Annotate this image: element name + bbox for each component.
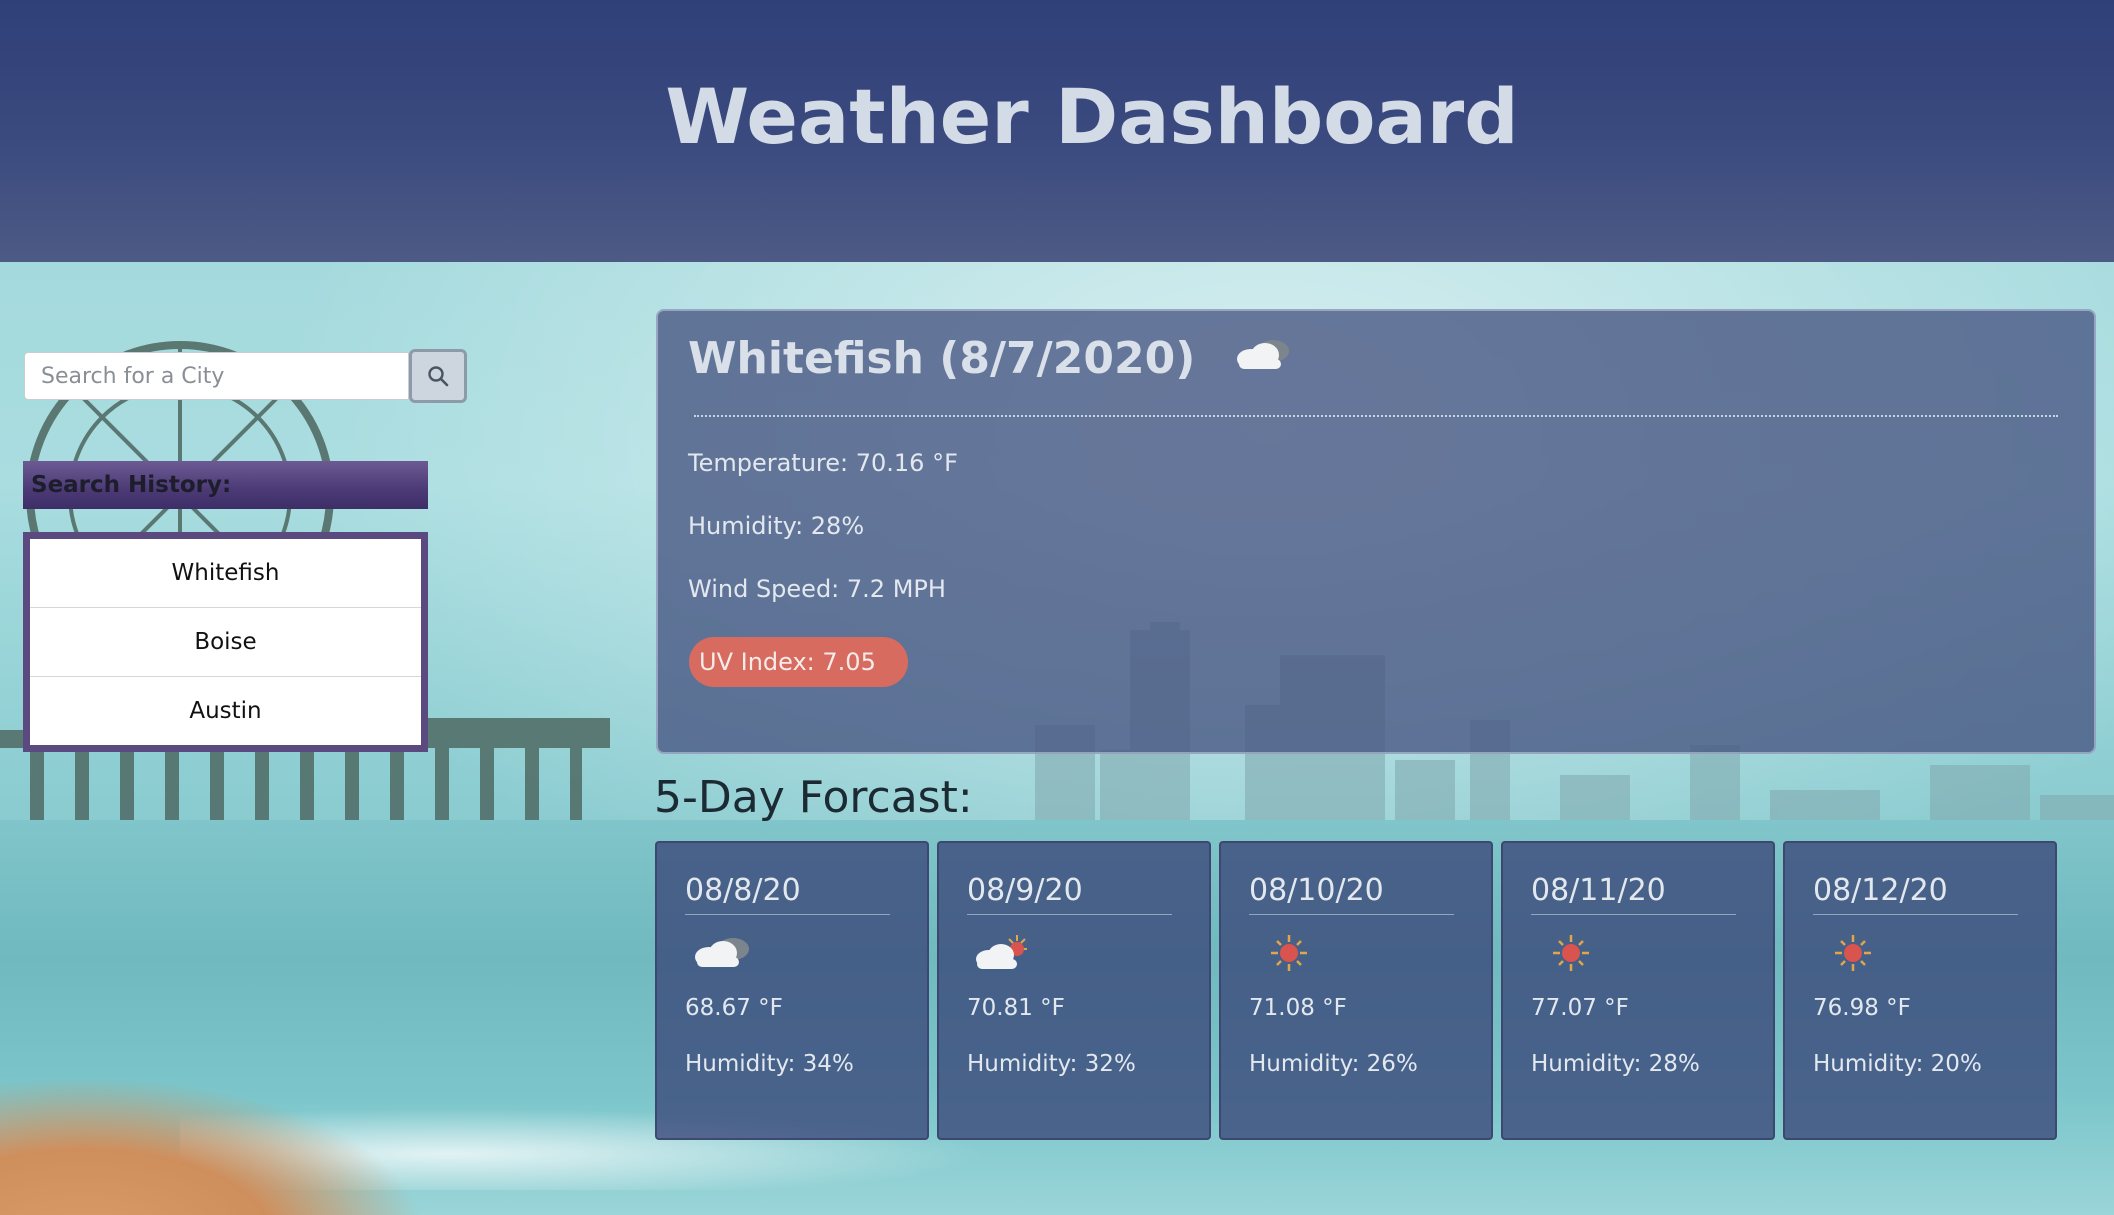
forecast-temperature: 71.08 °F <box>1249 995 1347 1021</box>
forecast-date: 08/8/20 <box>685 873 890 915</box>
forecast-card: 08/12/20 76.98 °F Humidity: 20% <box>1783 841 2057 1140</box>
forecast-card: 08/10/20 71.08 °F Humidity: 26% <box>1219 841 1493 1140</box>
search-history-title: Search History: <box>23 461 428 509</box>
current-humidity: Humidity: 28% <box>688 512 865 540</box>
forecast-card: 08/11/20 77.07 °F Humidity: 28% <box>1501 841 1775 1140</box>
forecast-title: 5-Day Forcast: <box>654 772 973 823</box>
forecast-temperature: 77.07 °F <box>1531 995 1629 1021</box>
sun-icon <box>1251 933 1317 977</box>
current-temperature: Temperature: 70.16 °F <box>688 449 958 477</box>
search-icon <box>428 366 449 387</box>
partly-sunny-icon <box>969 933 1035 977</box>
search-history-list: Whitefish Boise Austin <box>23 532 428 752</box>
forecast-row: 08/8/20 68.67 °F Humidity: 34% 08/9/20 7… <box>655 841 2057 1140</box>
forecast-humidity: Humidity: 32% <box>967 1051 1136 1077</box>
uv-index-badge: UV Index: 7.05 <box>689 637 908 687</box>
forecast-temperature: 68.67 °F <box>685 995 783 1021</box>
current-weather-header: Whitefish (8/7/2020) <box>688 331 1293 386</box>
forecast-humidity: Humidity: 20% <box>1813 1051 1982 1077</box>
forecast-date: 08/10/20 <box>1249 873 1454 915</box>
history-item-austin[interactable]: Austin <box>30 677 421 745</box>
page: Weather Dashboard Search History: Whitef… <box>0 0 2114 1215</box>
search-bar <box>24 349 467 403</box>
page-title: Weather Dashboard <box>665 71 1519 161</box>
background-sand <box>0 1080 420 1215</box>
current-city-date: Whitefish (8/7/2020) <box>688 333 1196 384</box>
search-button[interactable] <box>409 349 467 403</box>
cloudy-icon <box>1229 335 1293 386</box>
forecast-humidity: Humidity: 34% <box>685 1051 854 1077</box>
forecast-humidity: Humidity: 28% <box>1531 1051 1700 1077</box>
current-wind-speed: Wind Speed: 7.2 MPH <box>688 575 946 603</box>
current-divider <box>694 415 2058 417</box>
cloudy-icon <box>687 933 753 977</box>
current-weather-card: Whitefish (8/7/2020) Temperature: 70.16 … <box>656 309 2096 754</box>
forecast-temperature: 76.98 °F <box>1813 995 1911 1021</box>
forecast-date: 08/12/20 <box>1813 873 2018 915</box>
forecast-date: 08/11/20 <box>1531 873 1736 915</box>
search-input[interactable] <box>24 352 409 400</box>
forecast-date: 08/9/20 <box>967 873 1172 915</box>
page-header: Weather Dashboard <box>0 0 2114 262</box>
history-item-whitefish[interactable]: Whitefish <box>30 539 421 608</box>
forecast-temperature: 70.81 °F <box>967 995 1065 1021</box>
history-item-boise[interactable]: Boise <box>30 608 421 677</box>
forecast-card: 08/9/20 70.81 °F Humidity: 32% <box>937 841 1211 1140</box>
forecast-humidity: Humidity: 26% <box>1249 1051 1418 1077</box>
forecast-card: 08/8/20 68.67 °F Humidity: 34% <box>655 841 929 1140</box>
sun-icon <box>1815 933 1881 977</box>
sun-icon <box>1533 933 1599 977</box>
